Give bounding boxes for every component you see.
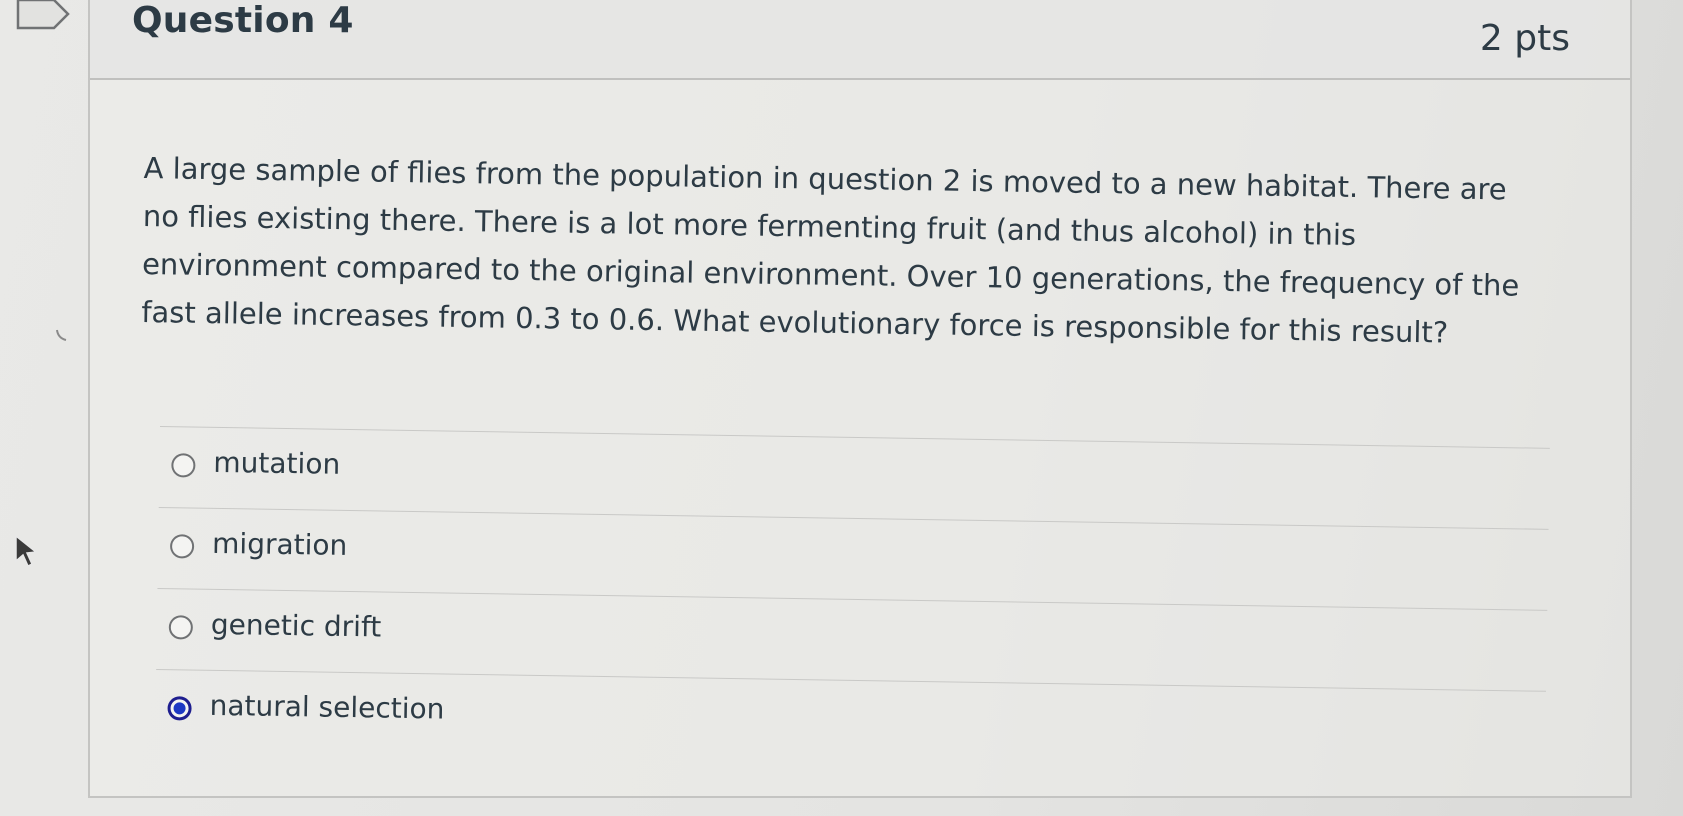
question-text: A large sample of flies from the populat…: [141, 150, 1520, 350]
radio-button[interactable]: [168, 615, 194, 640]
radio-button-selected[interactable]: [167, 696, 192, 721]
question-card: Question 4 2 pts A large sample of flies…: [88, 0, 1632, 798]
cursor-icon: [15, 534, 38, 568]
question-title: Question 4: [132, 0, 354, 41]
radio-button[interactable]: [171, 453, 196, 478]
question-points: 2 pts: [1479, 18, 1570, 59]
screen: Question 4 2 pts A large sample of flies…: [0, 0, 1683, 816]
answer-label[interactable]: mutation: [213, 446, 340, 481]
radio-button[interactable]: [169, 534, 195, 559]
question-header: Question 4 2 pts: [90, 0, 1630, 80]
flag-icon[interactable]: [14, 0, 72, 32]
answer-label[interactable]: natural selection: [209, 689, 444, 726]
answer-label[interactable]: genetic drift: [211, 608, 382, 644]
answer-list: mutation migration genetic drift natural…: [154, 426, 1550, 772]
margin-mark-icon: [56, 329, 67, 341]
answer-label[interactable]: migration: [212, 527, 348, 562]
